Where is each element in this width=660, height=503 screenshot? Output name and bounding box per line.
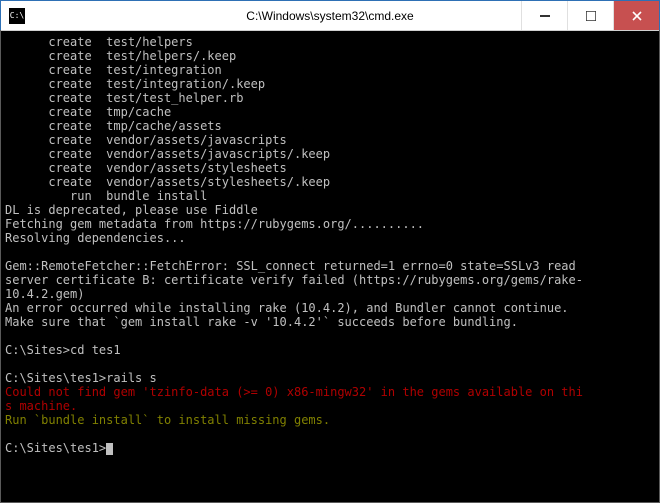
terminal-line: Run `bundle install` to install missing … [5, 413, 655, 427]
terminal-line: create test/helpers [5, 35, 655, 49]
terminal-line: Gem::RemoteFetcher::FetchError: SSL_conn… [5, 259, 655, 273]
terminal-line: Resolving dependencies... [5, 231, 655, 245]
terminal-line: create test/integration/.keep [5, 77, 655, 91]
terminal-line: Make sure that `gem install rake -v '10.… [5, 315, 655, 329]
terminal-line: server certificate B: certificate verify… [5, 273, 655, 287]
terminal-line: DL is deprecated, please use Fiddle [5, 203, 655, 217]
terminal-line: C:\Sites>cd tes1 [5, 343, 655, 357]
terminal-line: create tmp/cache [5, 105, 655, 119]
terminal-line: 10.4.2.gem) [5, 287, 655, 301]
terminal-output[interactable]: create test/helpers create test/helpers/… [1, 31, 659, 502]
app-icon: C:\ [9, 8, 25, 24]
title-bar[interactable]: C:\ C:\Windows\system32\cmd.exe [1, 1, 659, 31]
terminal-line: An error occurred while installing rake … [5, 301, 655, 315]
terminal-prompt[interactable]: C:\Sites\tes1> [5, 441, 655, 455]
terminal-line [5, 245, 655, 259]
terminal-line: C:\Sites\tes1>rails s [5, 371, 655, 385]
minimize-button[interactable] [521, 1, 567, 30]
terminal-line: create test/test_helper.rb [5, 91, 655, 105]
terminal-line: Could not find gem 'tzinfo-data (>= 0) x… [5, 385, 655, 399]
window-controls [521, 1, 659, 30]
terminal-line: s machine. [5, 399, 655, 413]
prompt-text: C:\Sites\tes1> [5, 441, 106, 455]
terminal-line: create vendor/assets/javascripts/.keep [5, 147, 655, 161]
terminal-line [5, 357, 655, 371]
terminal-line: create test/integration [5, 63, 655, 77]
terminal-line: create vendor/assets/stylesheets/.keep [5, 175, 655, 189]
close-icon [632, 11, 642, 21]
close-button[interactable] [613, 1, 659, 30]
terminal-line [5, 427, 655, 441]
terminal-line: create vendor/assets/stylesheets [5, 161, 655, 175]
terminal-line: Fetching gem metadata from https://rubyg… [5, 217, 655, 231]
cmd-window: C:\ C:\Windows\system32\cmd.exe create t… [0, 0, 660, 503]
maximize-icon [586, 11, 596, 21]
terminal-line: create vendor/assets/javascripts [5, 133, 655, 147]
minimize-icon [540, 11, 550, 21]
cursor [106, 443, 113, 455]
terminal-line [5, 329, 655, 343]
terminal-line: run bundle install [5, 189, 655, 203]
terminal-line: create test/helpers/.keep [5, 49, 655, 63]
maximize-button[interactable] [567, 1, 613, 30]
terminal-line: create tmp/cache/assets [5, 119, 655, 133]
